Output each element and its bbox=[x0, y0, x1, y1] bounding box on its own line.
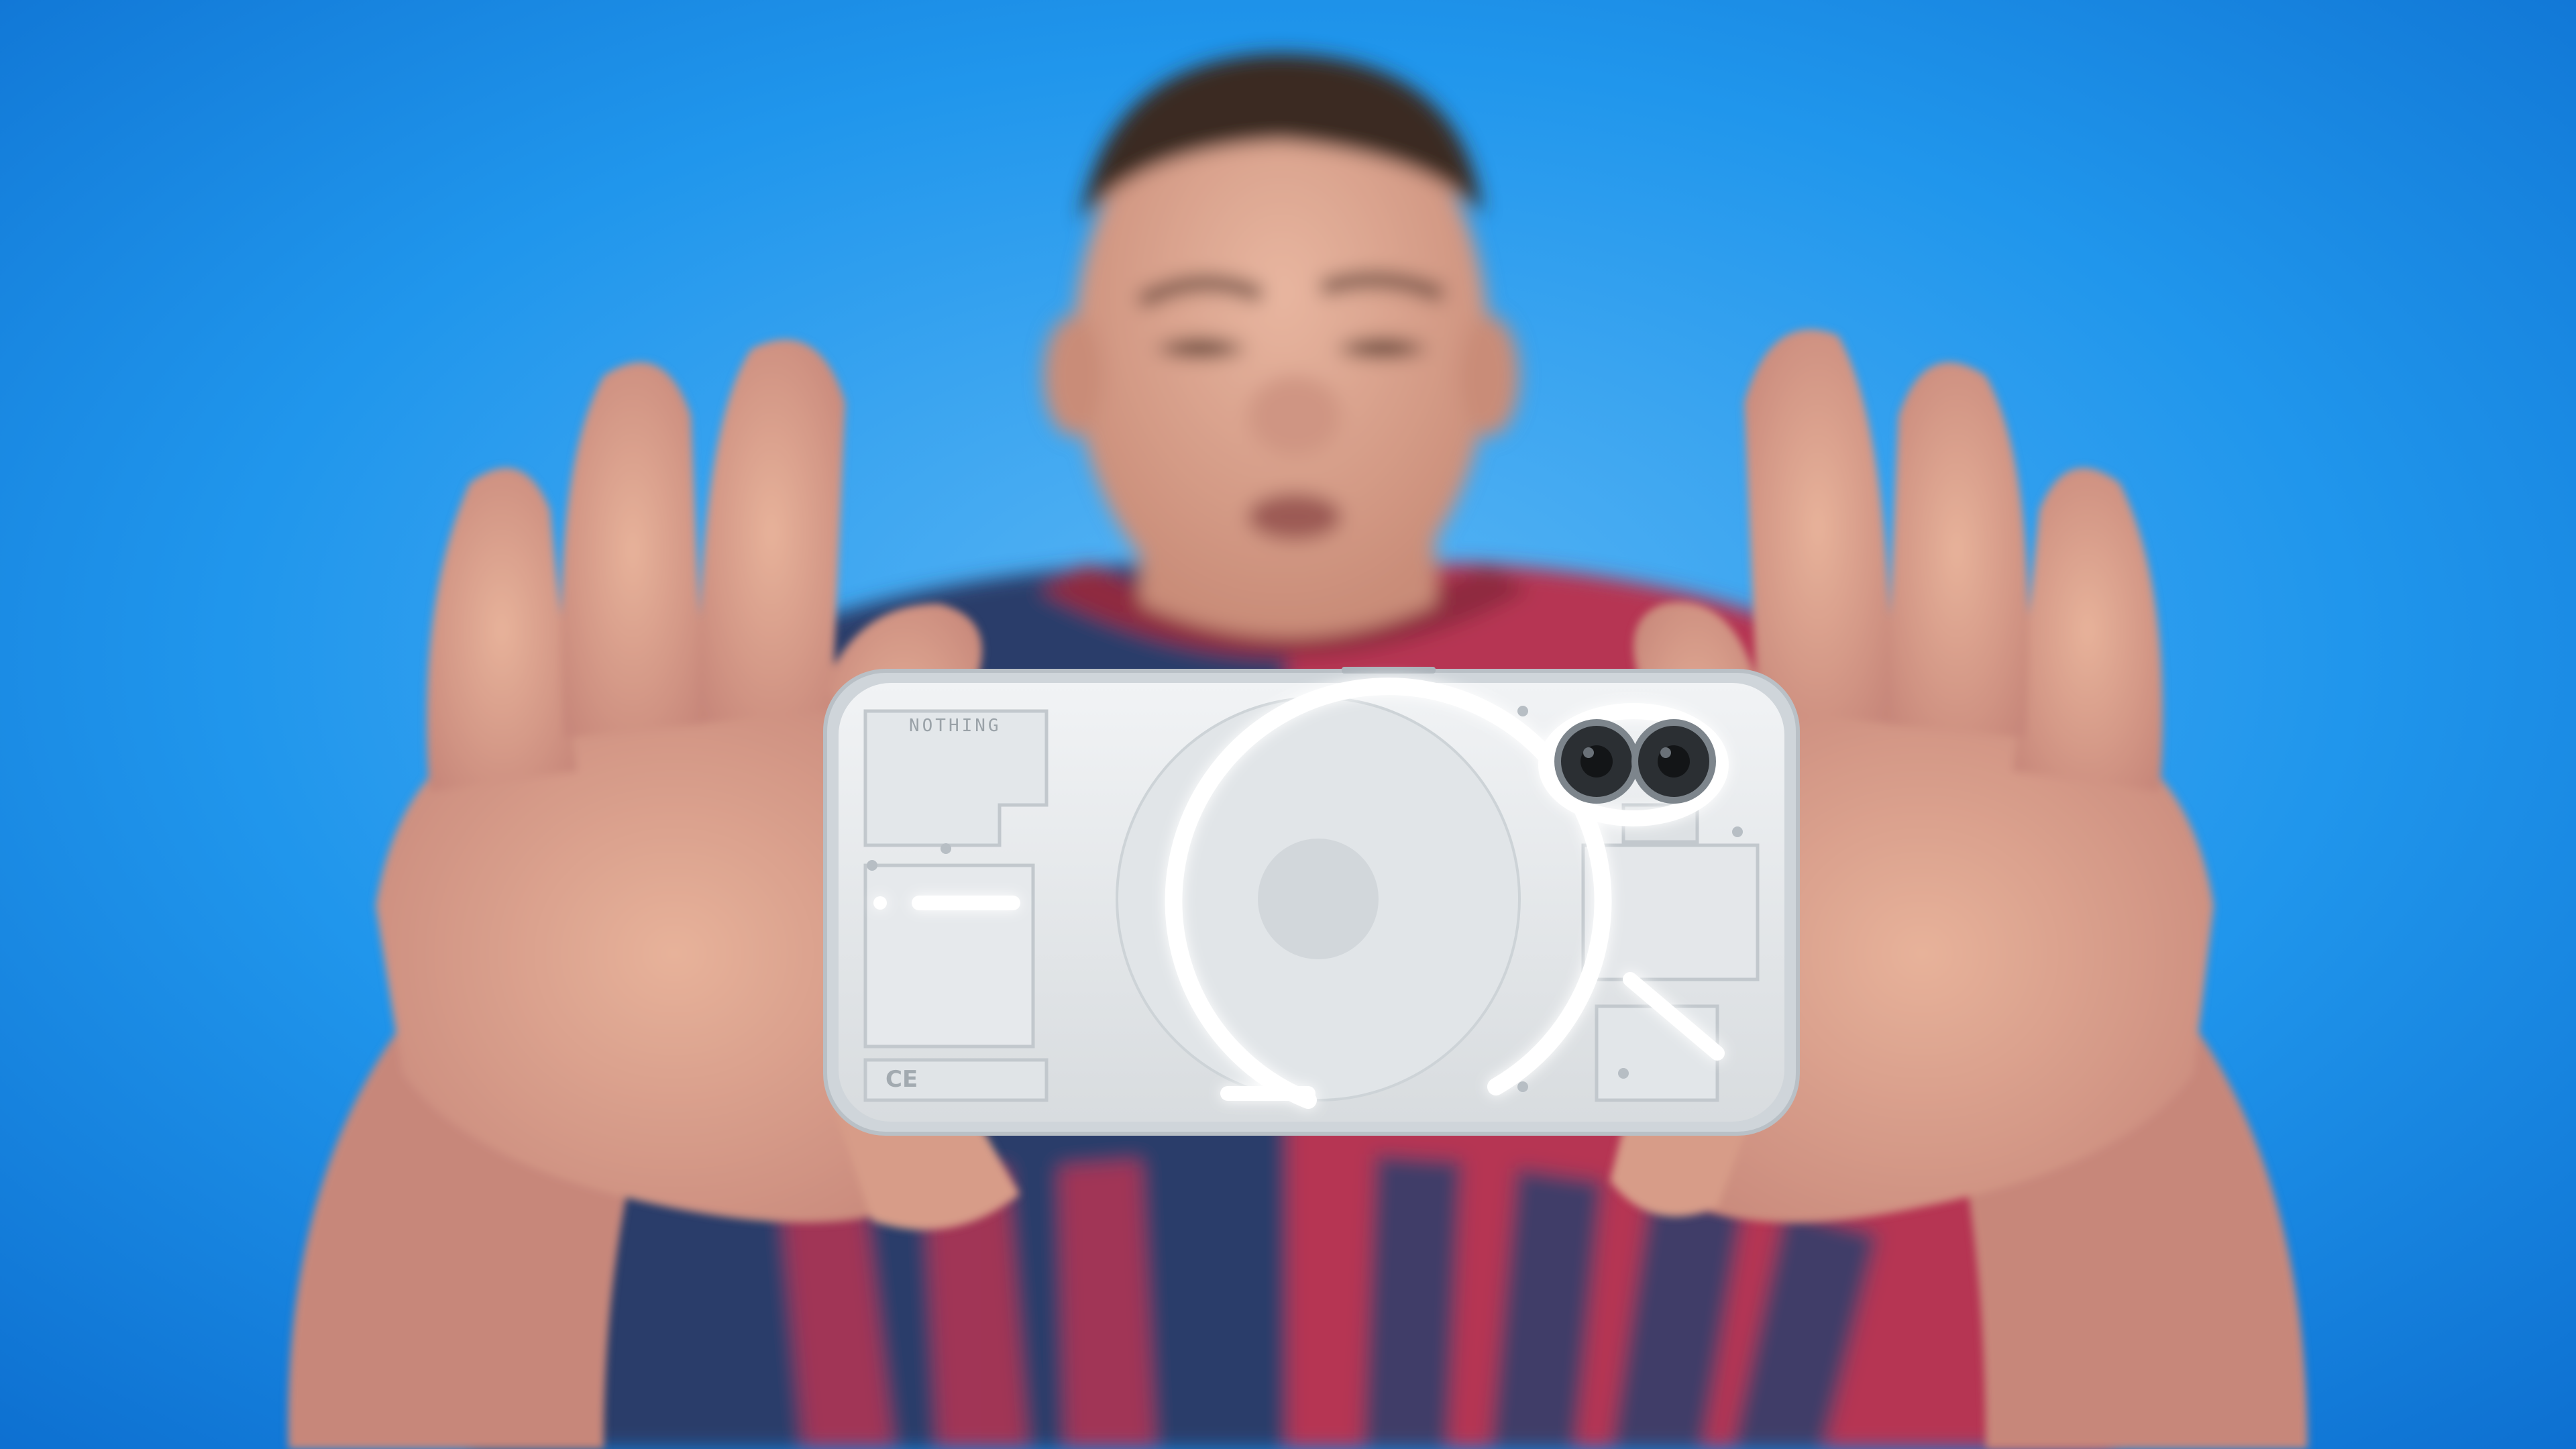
glyph-dot-left bbox=[873, 896, 887, 910]
photo-canvas: NOTHING CE bbox=[0, 0, 2576, 1449]
smartphone: NOTHING CE bbox=[823, 667, 1800, 1136]
charging-center bbox=[1258, 839, 1379, 959]
photo-scene: NOTHING CE bbox=[0, 0, 2576, 1449]
brand-text: NOTHING bbox=[909, 716, 1002, 736]
regulatory-mark: CE bbox=[885, 1066, 918, 1093]
